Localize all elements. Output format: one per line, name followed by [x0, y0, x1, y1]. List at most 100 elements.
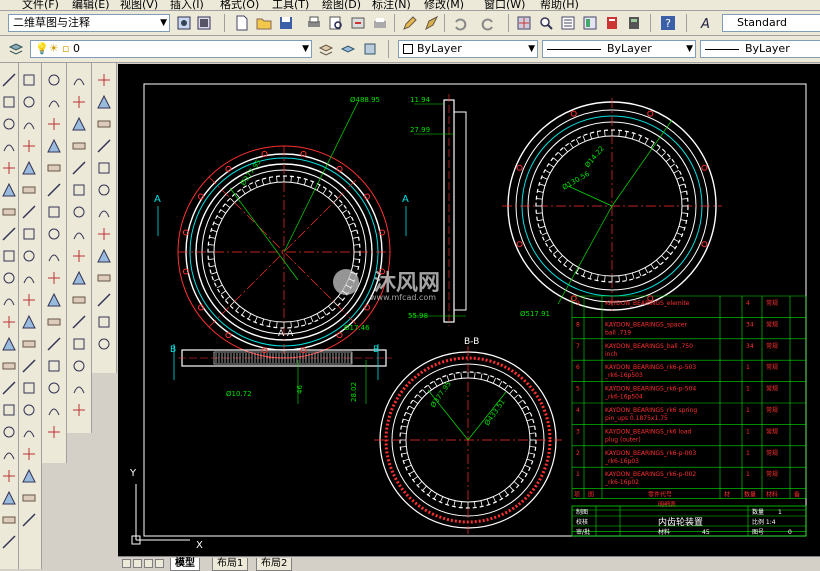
- calculator-icon[interactable]: [626, 15, 642, 31]
- draw-tool-icon[interactable]: [1, 446, 17, 462]
- draw-tool-icon[interactable]: [1, 116, 17, 132]
- dimension-tool-icon[interactable]: [46, 402, 62, 418]
- pencil-icon[interactable]: [402, 15, 418, 31]
- properties-icon[interactable]: [560, 15, 576, 31]
- help-icon[interactable]: ?: [660, 15, 676, 31]
- inquiry-tool-icon[interactable]: [71, 226, 87, 242]
- draw-tool-icon[interactable]: [1, 226, 17, 242]
- draw-tool-icon[interactable]: [1, 534, 17, 550]
- prev-tab-button[interactable]: [133, 559, 142, 568]
- dimension-tool-icon[interactable]: [46, 138, 62, 154]
- draw-tool-icon[interactable]: [1, 512, 17, 528]
- plot-preview-icon[interactable]: [328, 15, 344, 31]
- first-tab-button[interactable]: [122, 559, 131, 568]
- modify-tool-icon[interactable]: [21, 358, 37, 374]
- workspace-settings-icon[interactable]: [176, 15, 192, 31]
- dimension-tool-icon[interactable]: [46, 226, 62, 242]
- inquiry-tool-icon[interactable]: [71, 248, 87, 264]
- modify-tool-icon[interactable]: [21, 490, 37, 506]
- draw-tool-icon[interactable]: [1, 138, 17, 154]
- view-tool-icon[interactable]: [96, 204, 112, 220]
- modify-tool-icon[interactable]: [21, 336, 37, 352]
- inquiry-tool-icon[interactable]: [71, 94, 87, 110]
- dimension-tool-icon[interactable]: [46, 116, 62, 132]
- dimension-tool-icon[interactable]: [46, 358, 62, 374]
- draw-tool-icon[interactable]: [1, 314, 17, 330]
- draw-tool-icon[interactable]: [1, 72, 17, 88]
- dimension-tool-icon[interactable]: [46, 160, 62, 176]
- color-select[interactable]: ByLayer ▼: [398, 40, 538, 58]
- tool-palettes-icon[interactable]: [604, 15, 620, 31]
- open-folder-icon[interactable]: [256, 15, 272, 31]
- modify-tool-icon[interactable]: [21, 160, 37, 176]
- plot-icon[interactable]: [372, 15, 388, 31]
- inquiry-tool-icon[interactable]: [71, 182, 87, 198]
- layer-previous-icon[interactable]: [340, 41, 356, 57]
- dimension-tool-icon[interactable]: [46, 182, 62, 198]
- view-tool-icon[interactable]: [96, 248, 112, 264]
- dimension-tool-icon[interactable]: [46, 292, 62, 308]
- modify-tool-icon[interactable]: [21, 424, 37, 440]
- text-style-icon[interactable]: A: [698, 15, 714, 31]
- publish-icon[interactable]: [350, 15, 366, 31]
- modify-tool-icon[interactable]: [21, 138, 37, 154]
- modify-tool-icon[interactable]: [21, 94, 37, 110]
- modify-tool-icon[interactable]: [21, 248, 37, 264]
- menu-edit[interactable]: 编辑(E): [72, 0, 110, 10]
- modify-tool-icon[interactable]: [21, 468, 37, 484]
- view-tool-icon[interactable]: [96, 226, 112, 242]
- inquiry-tool-icon[interactable]: [71, 138, 87, 154]
- inquiry-tool-icon[interactable]: [71, 292, 87, 308]
- linetype-select[interactable]: ByLayer ▼: [542, 40, 696, 58]
- dimension-tool-icon[interactable]: [46, 314, 62, 330]
- draw-tool-icon[interactable]: [1, 490, 17, 506]
- draw-tool-icon[interactable]: [1, 468, 17, 484]
- dimension-tool-icon[interactable]: [46, 424, 62, 440]
- menu-tools[interactable]: 工具(T): [272, 0, 309, 10]
- menu-window[interactable]: 窗口(W): [484, 0, 525, 10]
- draw-tool-icon[interactable]: [1, 160, 17, 176]
- modify-tool-icon[interactable]: [21, 402, 37, 418]
- modify-tool-icon[interactable]: [21, 204, 37, 220]
- print-icon[interactable]: [306, 15, 322, 31]
- menu-dimension[interactable]: 标注(N): [372, 0, 411, 10]
- tab-layout2[interactable]: 布局2: [256, 558, 293, 571]
- draw-tool-icon[interactable]: [1, 358, 17, 374]
- menu-modify[interactable]: 修改(M): [424, 0, 464, 10]
- modify-tool-icon[interactable]: [21, 116, 37, 132]
- next-tab-button[interactable]: [144, 559, 153, 568]
- view-tool-icon[interactable]: [96, 292, 112, 308]
- layer-select[interactable]: 💡☀ ▫ 0 ▼: [30, 40, 312, 58]
- inquiry-tool-icon[interactable]: [71, 314, 87, 330]
- view-tool-icon[interactable]: [96, 270, 112, 286]
- draw-tool-icon[interactable]: [1, 204, 17, 220]
- design-center-icon[interactable]: [582, 15, 598, 31]
- workspace-icon[interactable]: [196, 15, 212, 31]
- new-file-icon[interactable]: [234, 15, 250, 31]
- dimension-tool-icon[interactable]: [46, 94, 62, 110]
- match-properties-icon[interactable]: [424, 15, 440, 31]
- draw-tool-icon[interactable]: [1, 402, 17, 418]
- pan-icon[interactable]: [516, 15, 532, 31]
- draw-tool-icon[interactable]: [1, 380, 17, 396]
- dimension-tool-icon[interactable]: [46, 270, 62, 286]
- draw-tool-icon[interactable]: [1, 270, 17, 286]
- draw-tool-icon[interactable]: [1, 182, 17, 198]
- modify-tool-icon[interactable]: [21, 380, 37, 396]
- inquiry-tool-icon[interactable]: [71, 402, 87, 418]
- lineweight-select[interactable]: ByLayer: [700, 40, 820, 58]
- view-tool-icon[interactable]: [96, 94, 112, 110]
- view-tool-icon[interactable]: [96, 160, 112, 176]
- layer-manager-icon[interactable]: [8, 41, 24, 57]
- redo-icon[interactable]: [480, 15, 496, 31]
- save-icon[interactable]: [278, 15, 294, 31]
- dimension-tool-icon[interactable]: [46, 204, 62, 220]
- inquiry-tool-icon[interactable]: [71, 116, 87, 132]
- inquiry-tool-icon[interactable]: [71, 204, 87, 220]
- modify-tool-icon[interactable]: [21, 314, 37, 330]
- menu-file[interactable]: 文件(F): [22, 0, 59, 10]
- dimension-tool-icon[interactable]: [46, 72, 62, 88]
- view-tool-icon[interactable]: [96, 314, 112, 330]
- modify-tool-icon[interactable]: [21, 72, 37, 88]
- modify-tool-icon[interactable]: [21, 512, 37, 528]
